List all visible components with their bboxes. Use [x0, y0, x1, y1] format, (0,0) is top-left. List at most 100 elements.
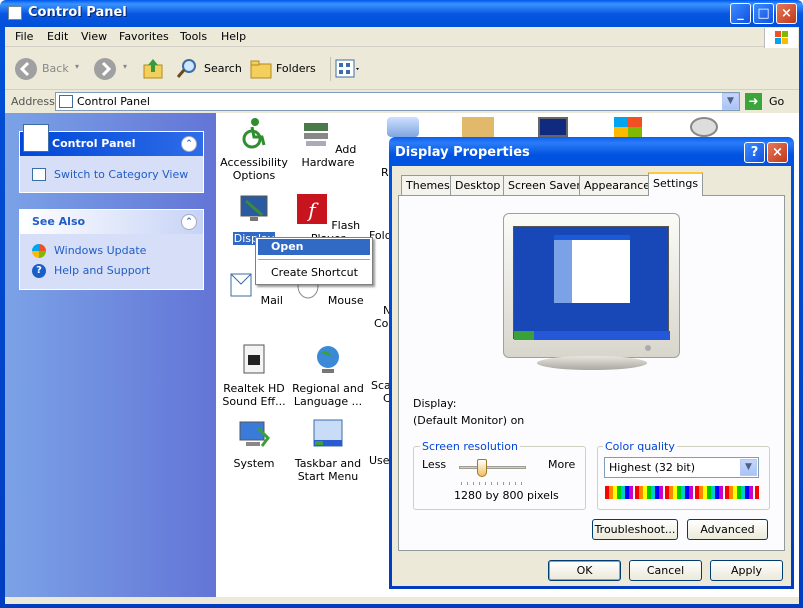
- item-system[interactable]: System: [217, 418, 291, 470]
- windows-update-icon: [32, 244, 46, 258]
- color-quality-group: [597, 446, 770, 510]
- partial-folder-icon: [462, 117, 494, 137]
- cancel-button[interactable]: Cancel: [629, 560, 702, 581]
- mail-icon: [230, 273, 252, 297]
- dialog-close-button[interactable]: ×: [767, 142, 788, 163]
- preview-taskbar: [514, 331, 670, 340]
- context-menu-create-shortcut[interactable]: Create Shortcut: [271, 266, 358, 279]
- ok-button[interactable]: OK: [548, 560, 621, 581]
- tab-settings[interactable]: Settings: [648, 172, 704, 196]
- partial-clock-icon: [690, 117, 718, 137]
- forward-arrow-icon: [94, 58, 116, 80]
- collapse-chevron-icon[interactable]: ⌃: [181, 214, 197, 230]
- see-also-box: See Also ⌃ Windows Update ? Help and Sup…: [19, 209, 204, 290]
- monitor-power-icon: [645, 345, 651, 351]
- switch-category-view-link[interactable]: Switch to Category View: [54, 168, 188, 181]
- item-label: Taskbar and Start Menu: [294, 457, 362, 483]
- back-label: Back: [42, 62, 69, 75]
- partial-monitor-icon: [538, 117, 568, 137]
- resolution-slider-thumb[interactable]: [477, 459, 488, 477]
- item-label: Regional and Language ...: [292, 382, 364, 408]
- advanced-button[interactable]: Advanced: [687, 519, 768, 540]
- help-icon: ?: [32, 264, 46, 278]
- display-value: (Default Monitor) on: [413, 414, 525, 427]
- folders-button[interactable]: Folders: [249, 57, 319, 81]
- context-menu-open[interactable]: Open: [271, 240, 304, 253]
- resolution-slider-track[interactable]: [459, 466, 526, 469]
- tab-appearance[interactable]: Appearance: [579, 175, 656, 195]
- see-also-title: See Also: [32, 215, 86, 228]
- window-icon: [8, 6, 22, 20]
- apply-button[interactable]: Apply: [710, 560, 783, 581]
- menu-tools[interactable]: Tools: [180, 30, 207, 43]
- forward-button[interactable]: ▾: [93, 57, 133, 81]
- up-folder-button[interactable]: [141, 57, 165, 81]
- control-panel-box: Control Panel ⌃ Switch to Category View: [19, 124, 204, 193]
- item-regional-language[interactable]: Regional and Language ...: [291, 343, 365, 408]
- globe-icon: [317, 346, 339, 373]
- go-label: Go: [769, 95, 785, 108]
- chevron-down-icon[interactable]: ▼: [740, 459, 757, 476]
- partial-item-label: R: [381, 166, 389, 179]
- preview-window: [554, 235, 630, 303]
- close-button[interactable]: ×: [776, 3, 797, 24]
- back-button[interactable]: Back ▾: [14, 57, 89, 81]
- item-label: Mouse: [327, 294, 364, 307]
- search-icon: [176, 59, 196, 78]
- back-dropdown-icon: ▾: [75, 62, 80, 71]
- minimize-button[interactable]: _: [730, 3, 751, 24]
- folders-icon: [250, 60, 272, 79]
- maximize-button[interactable]: □: [753, 3, 774, 24]
- go-button[interactable]: ➜ Go: [745, 92, 789, 111]
- color-spectrum-bar: [605, 486, 759, 499]
- menu-favorites[interactable]: Favorites: [119, 30, 169, 43]
- item-label: Mail: [260, 294, 283, 307]
- item-label: Realtek HD Sound Eff...: [222, 382, 286, 408]
- tab-themes[interactable]: Themes: [401, 175, 455, 195]
- menu-edit[interactable]: Edit: [47, 30, 68, 43]
- screen-resolution-label: Screen resolution: [420, 440, 520, 453]
- address-field[interactable]: Control Panel ▼: [55, 92, 740, 111]
- search-label: Search: [204, 62, 242, 75]
- tab-desktop[interactable]: Desktop: [450, 175, 506, 195]
- accessibility-icon: [242, 118, 266, 149]
- item-add-hardware[interactable]: Add Hardware: [291, 117, 365, 169]
- color-quality-select[interactable]: Highest (32 bit) ▼: [604, 457, 759, 478]
- help-and-support-link[interactable]: Help and Support: [54, 264, 150, 277]
- system-icon: [239, 421, 270, 447]
- item-realtek-hd-sound[interactable]: Realtek HD Sound Eff...: [217, 343, 291, 408]
- less-label: Less: [422, 458, 447, 471]
- item-label: System: [233, 457, 275, 470]
- item-accessibility-options[interactable]: Accessibility Options: [217, 117, 291, 182]
- color-quality-value: Highest (32 bit): [609, 461, 696, 474]
- up-folder-icon: [143, 59, 163, 79]
- flash-player-icon: f: [296, 194, 327, 224]
- troubleshoot-button[interactable]: Troubleshoot...: [592, 519, 678, 540]
- windows-logo-icon: [764, 28, 798, 48]
- dialog-title: Display Properties: [395, 145, 530, 160]
- slider-ticks: [461, 482, 525, 485]
- control-panel-large-icon: [23, 124, 49, 152]
- windows-update-link[interactable]: Windows Update: [54, 244, 146, 257]
- color-quality-label: Color quality: [603, 440, 677, 453]
- views-button[interactable]: [330, 57, 362, 81]
- item-taskbar-start-menu[interactable]: Taskbar and Start Menu: [291, 418, 365, 483]
- address-label: Address: [11, 95, 55, 108]
- collapse-chevron-icon[interactable]: ⌃: [181, 136, 197, 152]
- menu-view[interactable]: View: [81, 30, 107, 43]
- menu-help[interactable]: Help: [221, 30, 246, 43]
- tab-screen-saver[interactable]: Screen Saver: [503, 175, 586, 195]
- item-label: Accessibility Options: [220, 156, 288, 182]
- search-button[interactable]: Search: [175, 57, 242, 81]
- monitor-stand: [537, 356, 647, 370]
- go-arrow-icon: ➜: [745, 93, 762, 110]
- control-panel-box-title: Control Panel: [52, 137, 136, 150]
- display-label: Display:: [413, 397, 457, 410]
- menu-file[interactable]: File: [15, 30, 33, 43]
- folders-label: Folders: [276, 62, 316, 75]
- address-dropdown-icon[interactable]: ▼: [722, 93, 739, 110]
- partial-item-label: Sca: [371, 379, 391, 392]
- see-also-header[interactable]: See Also ⌃: [20, 210, 203, 234]
- forward-dropdown-icon: ▾: [123, 62, 128, 71]
- dialog-help-button[interactable]: ?: [744, 142, 765, 163]
